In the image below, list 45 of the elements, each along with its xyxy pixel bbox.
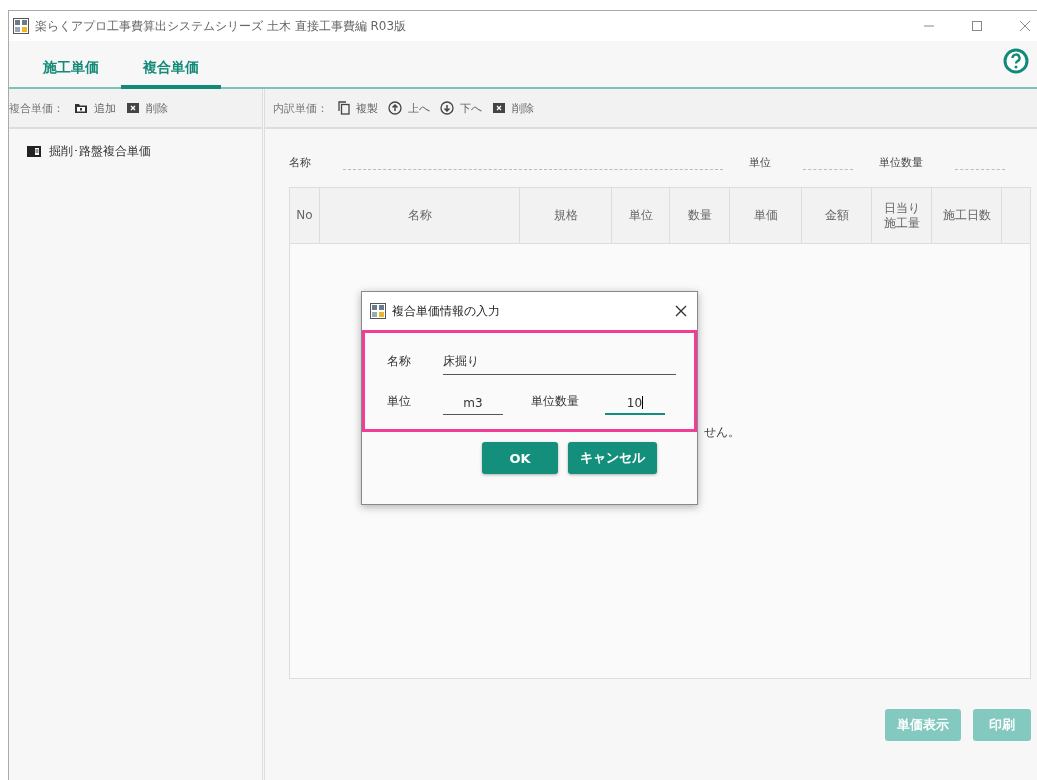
toolbar-button[interactable]: 削除	[492, 100, 534, 116]
toolbar-button[interactable]: 下へ	[440, 100, 482, 116]
field-label: 名称	[387, 353, 412, 370]
field-label: 単位数量	[879, 154, 923, 170]
toolbar-label: 複合単価：	[9, 100, 64, 116]
app-icon	[13, 18, 29, 34]
empty-message: せん。	[704, 424, 740, 441]
column-header[interactable]: 数量	[670, 188, 730, 243]
field-label: 単位	[387, 393, 412, 410]
toolbar-label: 内訳単価：	[273, 100, 328, 116]
tab[interactable]: 施工単価	[21, 59, 121, 89]
column-header[interactable]: 金額	[802, 188, 872, 243]
arrow-up-icon	[388, 101, 402, 115]
column-header[interactable]: 日当り施工量	[872, 188, 932, 243]
delete-icon	[492, 102, 506, 114]
copy-icon	[338, 101, 350, 115]
folder-plus-icon	[74, 102, 88, 114]
app-icon	[370, 303, 386, 319]
dialog-button[interactable]: OK	[482, 442, 558, 474]
list-icon	[27, 146, 41, 157]
column-header[interactable]: 単位	[612, 188, 670, 243]
toolbar-button[interactable]: 上へ	[388, 100, 430, 116]
field-label: 単位	[749, 154, 771, 170]
help-icon[interactable]	[1003, 48, 1029, 74]
toolbar-button[interactable]: 複製	[338, 100, 378, 116]
window-title: 楽らくアプロ工事費算出システムシリーズ 土木 直接工事費編 R03版	[35, 17, 407, 35]
column-header[interactable]: 規格	[520, 188, 612, 243]
close-icon[interactable]	[675, 305, 687, 317]
tree-item[interactable]: 掘削･路盤複合単価	[25, 141, 262, 162]
arrow-down-icon	[440, 101, 454, 115]
dialog-title: 複合単価情報の入力	[392, 302, 500, 320]
maximize-icon[interactable]	[971, 20, 983, 32]
field-label: 名称	[289, 154, 311, 170]
delete-icon	[126, 102, 140, 114]
toolbar-button[interactable]: 削除	[126, 100, 168, 116]
column-header[interactable]: 名称	[320, 188, 520, 243]
input-field[interactable]: 床掘り	[442, 353, 676, 375]
column-header[interactable]: 単価	[730, 188, 802, 243]
field-label: 単位数量	[531, 393, 579, 410]
input-field[interactable]: 10	[605, 396, 665, 415]
column-header[interactable]: 施工日数	[932, 188, 1002, 243]
input-field[interactable]: m3	[443, 396, 503, 415]
toolbar-button[interactable]: 追加	[74, 100, 116, 116]
column-header[interactable]: No	[290, 188, 320, 243]
dialog-button[interactable]: キャンセル	[568, 442, 657, 474]
